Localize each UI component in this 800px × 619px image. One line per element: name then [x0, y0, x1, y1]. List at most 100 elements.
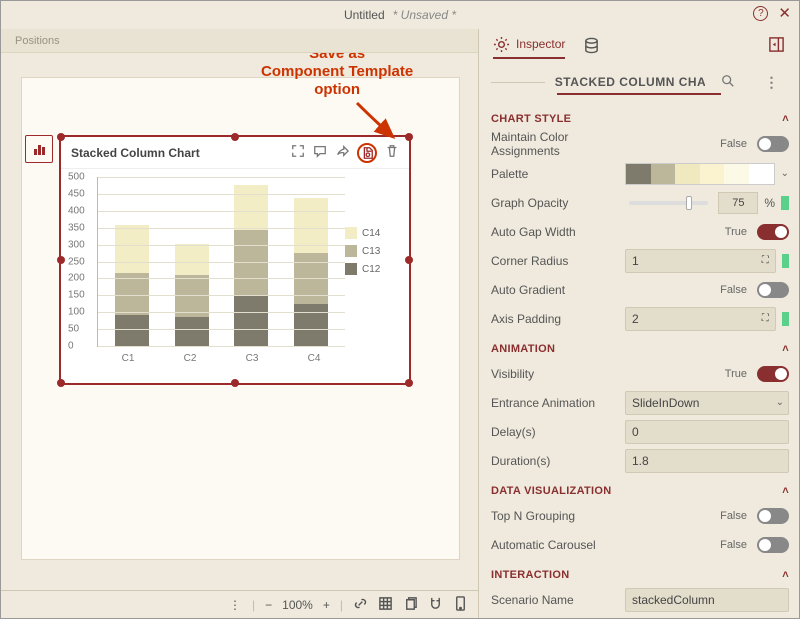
chevron-down-icon: ⌄: [776, 397, 784, 408]
canvas-area: Positions Save as Component Template opt…: [1, 29, 479, 618]
y-tick-label: 100: [68, 307, 85, 318]
section-interaction[interactable]: INTERACTION˄: [491, 567, 789, 585]
y-tick-label: 300: [68, 239, 85, 250]
x-tick-label: C3: [246, 353, 259, 364]
autogradient-label: Auto Gradient: [491, 283, 619, 297]
bar-column: [115, 225, 149, 346]
section-chart-style[interactable]: CHART STYLE˄: [491, 111, 789, 129]
duration-input[interactable]: 1.8: [625, 449, 789, 473]
bar-chart-icon: [34, 143, 45, 155]
y-tick-label: 0: [68, 341, 74, 352]
corner-radius-input[interactable]: 1⛶: [625, 249, 776, 273]
autogap-toggle[interactable]: [757, 224, 789, 240]
chevron-up-icon: ˄: [782, 485, 789, 497]
section-data-viz[interactable]: DATA VISUALIZATION˄: [491, 483, 789, 501]
duration-label: Duration(s): [491, 454, 619, 468]
bar-column: [294, 198, 328, 346]
tab-positions[interactable]: Positions: [15, 35, 60, 47]
x-tick-label: C2: [184, 353, 197, 364]
tab-inspector[interactable]: Inspector: [493, 36, 565, 59]
magnet-icon[interactable]: [428, 596, 443, 614]
expand-icon[interactable]: ⛶: [762, 255, 769, 266]
zoom-in-button[interactable]: +: [323, 598, 330, 612]
axis-padding-input[interactable]: 2⛶: [625, 307, 776, 331]
inspector-header: STACKED COLUMN CHART ⋮: [479, 65, 799, 99]
scenario-label: Scenario Name: [491, 593, 619, 607]
axis-padding-label: Axis Padding: [491, 312, 619, 326]
chart-card[interactable]: Stacked Column Chart: [59, 135, 411, 385]
opacity-slider[interactable]: [629, 201, 708, 205]
chart-legend: C14 C13 C12: [345, 177, 401, 379]
x-tick-label: C4: [308, 353, 321, 364]
chevron-up-icon: ˄: [782, 343, 789, 355]
carousel-label: Automatic Carousel: [491, 538, 619, 552]
palette-label: Palette: [491, 167, 619, 181]
y-tick-label: 450: [68, 188, 85, 199]
chevron-up-icon: ˄: [782, 569, 789, 581]
carousel-toggle[interactable]: [757, 537, 789, 553]
document-status: * Unsaved *: [393, 8, 456, 22]
corner-radius-label: Corner Radius: [491, 254, 619, 268]
maintain-color-label: Maintain Color Assignments: [491, 130, 619, 159]
more-icon[interactable]: ⋮: [755, 74, 790, 91]
share-icon[interactable]: [335, 144, 349, 161]
grid-icon[interactable]: [378, 596, 393, 614]
delay-input[interactable]: 0: [625, 420, 789, 444]
percent-label: %: [764, 196, 775, 210]
search-icon[interactable]: [711, 74, 745, 91]
chevron-up-icon: ˄: [782, 113, 789, 125]
title-bar: Untitled * Unsaved * ? ✕: [1, 1, 799, 29]
document-title: Untitled: [344, 8, 385, 22]
legend-item: C14: [345, 227, 401, 239]
mobile-icon[interactable]: [453, 596, 468, 614]
chart-plot: 050100150200250300350400450500: [97, 177, 345, 347]
status-indicator: [781, 196, 789, 210]
comment-icon[interactable]: [313, 144, 327, 161]
copy-icon[interactable]: [403, 596, 418, 614]
delay-label: Delay(s): [491, 425, 619, 439]
maintain-color-toggle[interactable]: [757, 136, 789, 152]
opacity-value[interactable]: 75: [718, 192, 758, 214]
visibility-label: Visibility: [491, 367, 619, 381]
scenario-input[interactable]: stackedColumn: [625, 588, 789, 612]
visibility-toggle[interactable]: [757, 366, 789, 382]
zoom-level[interactable]: 100%: [282, 598, 313, 612]
palette-picker[interactable]: [625, 163, 775, 185]
x-tick-label: C1: [122, 353, 135, 364]
gear-icon: [493, 36, 510, 53]
chevron-down-icon[interactable]: ⌄: [781, 168, 789, 179]
expand-icon[interactable]: [291, 144, 305, 161]
autogap-label: Auto Gap Width: [491, 225, 619, 239]
zoom-out-button[interactable]: −: [265, 598, 272, 612]
chart-type-badge[interactable]: [25, 135, 53, 163]
link-icon[interactable]: [353, 596, 368, 614]
opacity-label: Graph Opacity: [491, 196, 619, 210]
autogradient-toggle[interactable]: [757, 282, 789, 298]
y-tick-label: 250: [68, 256, 85, 267]
inspector-panel: Inspector STACKED COLUMN CHART ⋮: [479, 29, 799, 618]
entrance-select[interactable]: SlideInDown⌄: [625, 391, 789, 415]
y-tick-label: 150: [68, 290, 85, 301]
status-indicator: [782, 254, 789, 268]
annotation-callout: Save as Component Template option: [261, 53, 413, 99]
chart-title: Stacked Column Chart: [71, 146, 200, 160]
help-icon[interactable]: ?: [753, 6, 768, 21]
close-icon[interactable]: ✕: [778, 6, 791, 21]
entrance-label: Entrance Animation: [491, 396, 619, 410]
section-animation[interactable]: ANIMATION˄: [491, 341, 789, 359]
y-tick-label: 400: [68, 205, 85, 216]
topn-toggle[interactable]: [757, 508, 789, 524]
more-icon[interactable]: ⋮: [229, 598, 242, 612]
database-icon: [583, 37, 600, 54]
y-tick-label: 200: [68, 273, 85, 284]
expand-icon[interactable]: ⛶: [762, 313, 769, 324]
collapse-panel-button[interactable]: [768, 36, 785, 58]
y-tick-label: 500: [68, 172, 85, 183]
y-tick-label: 50: [68, 324, 79, 335]
legend-item: C12: [345, 263, 401, 275]
y-tick-label: 350: [68, 222, 85, 233]
bar-column: [234, 185, 268, 346]
status-indicator: [782, 312, 789, 326]
tab-data[interactable]: [583, 37, 600, 58]
legend-item: C13: [345, 245, 401, 257]
